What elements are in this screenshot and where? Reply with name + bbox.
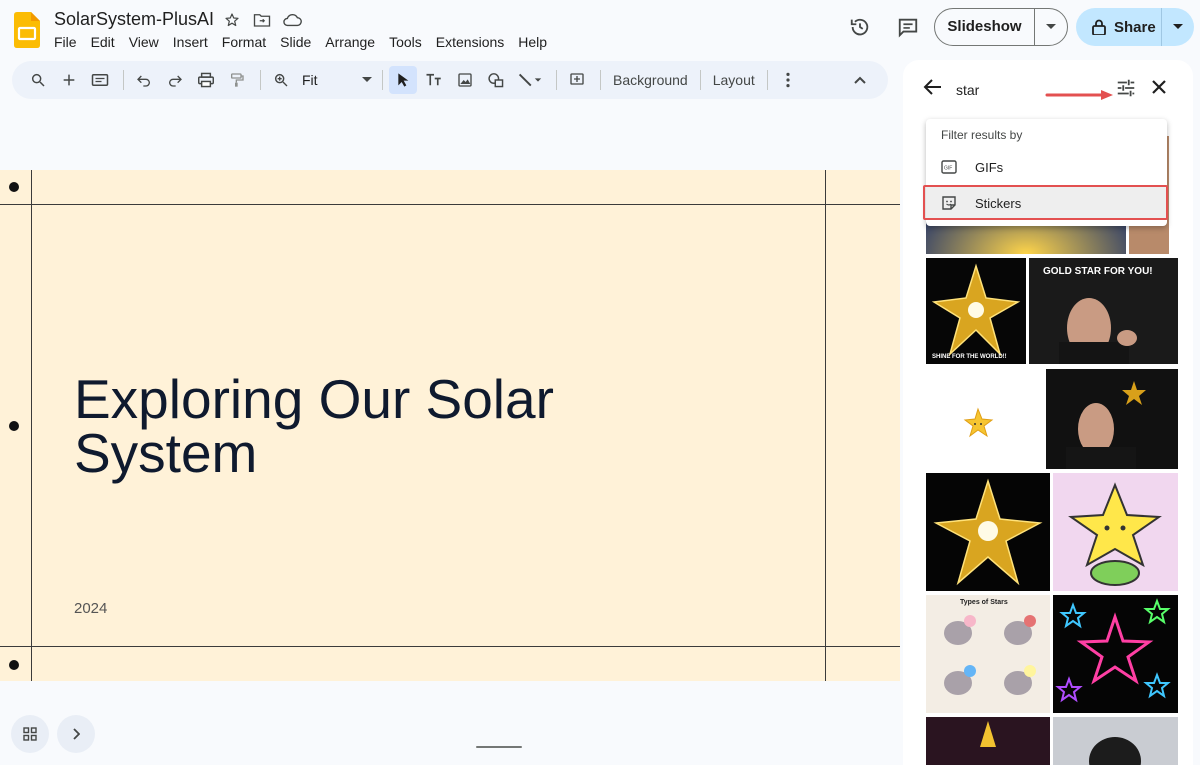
gif-result[interactable]	[1053, 717, 1178, 765]
resize-handle[interactable]	[476, 746, 522, 748]
undo-icon[interactable]	[130, 66, 158, 94]
collapse-toolbar-icon[interactable]	[846, 66, 874, 94]
layout-button[interactable]: Layout	[707, 72, 761, 88]
gif-result[interactable]	[926, 717, 1050, 765]
comments-icon[interactable]	[895, 14, 921, 40]
guide-handle[interactable]	[9, 421, 19, 431]
line-icon[interactable]	[513, 66, 547, 94]
gif-result[interactable]: Types of Stars	[926, 595, 1050, 713]
menu-edit[interactable]: Edit	[91, 34, 115, 50]
menu-file[interactable]: File	[54, 34, 77, 50]
back-arrow-icon[interactable]	[923, 78, 943, 101]
cloud-status-icon[interactable]	[282, 10, 302, 30]
guide-line	[825, 170, 826, 681]
insert-image-icon[interactable]	[451, 66, 479, 94]
slide-title[interactable]: Exploring Our Solar System	[74, 372, 694, 481]
document-title[interactable]: SolarSystem-PlusAI	[54, 9, 214, 30]
text-box-icon[interactable]	[420, 66, 448, 94]
background-button[interactable]: Background	[607, 72, 694, 88]
gif-result[interactable]: SHINE FOR THE WORLD!!	[926, 258, 1026, 364]
move-folder-icon[interactable]	[252, 10, 272, 30]
menu-bar: File Edit View Insert Format Slide Arran…	[54, 34, 561, 50]
slideshow-label[interactable]: Slideshow	[935, 9, 1035, 45]
print-icon[interactable]	[192, 66, 220, 94]
slide-subtitle[interactable]: 2024	[74, 600, 107, 617]
filter-option-gifs[interactable]: GIF GIFs	[926, 150, 1167, 184]
version-history-icon[interactable]	[847, 14, 873, 40]
search-menus-icon[interactable]	[24, 66, 52, 94]
zoom-icon[interactable]	[267, 66, 295, 94]
filter-menu-heading: Filter results by	[941, 128, 1023, 142]
gif-icon: GIF	[939, 160, 959, 174]
menu-tools[interactable]: Tools	[389, 34, 422, 50]
svg-text:GIF: GIF	[944, 166, 952, 172]
gif-result[interactable]	[926, 473, 1050, 591]
share-button[interactable]: Share	[1076, 8, 1194, 46]
slide-layout-icon[interactable]	[86, 66, 114, 94]
guide-handle[interactable]	[9, 182, 19, 192]
filter-tune-icon[interactable]	[1115, 77, 1137, 104]
gif-caption: Types of Stars	[960, 599, 1008, 606]
gif-result[interactable]	[1053, 595, 1178, 713]
menu-view[interactable]: View	[129, 34, 159, 50]
star-icon[interactable]	[222, 10, 242, 30]
guide-line	[0, 646, 900, 647]
gif-result[interactable]	[926, 369, 1043, 469]
more-options-icon[interactable]	[774, 66, 802, 94]
slideshow-button[interactable]: Slideshow	[934, 8, 1068, 46]
redo-icon[interactable]	[161, 66, 189, 94]
share-label: Share	[1114, 18, 1156, 36]
gif-result[interactable]	[1046, 369, 1178, 469]
zoom-value: Fit	[302, 72, 318, 88]
close-icon[interactable]	[1149, 77, 1169, 102]
gif-caption: SHINE FOR THE WORLD!!	[932, 354, 1007, 360]
guide-line	[0, 204, 900, 205]
menu-help[interactable]: Help	[518, 34, 547, 50]
menu-format[interactable]: Format	[222, 34, 266, 50]
menu-extensions[interactable]: Extensions	[436, 34, 504, 50]
gif-result[interactable]	[1053, 473, 1178, 591]
filter-option-label: GIFs	[975, 159, 1004, 175]
lock-icon	[1092, 19, 1106, 35]
toolbar: Fit Background Layout	[12, 61, 888, 99]
shape-icon[interactable]	[482, 66, 510, 94]
menu-slide[interactable]: Slide	[280, 34, 311, 50]
share-dropdown-icon[interactable]	[1162, 24, 1194, 30]
slides-logo[interactable]	[14, 12, 40, 48]
gif-caption: GOLD STAR FOR YOU!	[1043, 266, 1153, 277]
slideshow-dropdown-icon[interactable]	[1035, 24, 1067, 30]
annotation-highlight	[923, 185, 1168, 220]
menu-arrange[interactable]: Arrange	[325, 34, 375, 50]
menu-insert[interactable]: Insert	[173, 34, 208, 50]
annotation-arrow	[1045, 87, 1115, 105]
guide-handle[interactable]	[9, 660, 19, 670]
insert-comment-icon[interactable]	[563, 66, 591, 94]
gif-result[interactable]: GOLD STAR FOR YOU!	[1029, 258, 1178, 364]
expand-filmstrip-icon[interactable]	[57, 715, 95, 753]
select-tool-icon[interactable]	[389, 66, 417, 94]
zoom-select[interactable]: Fit	[298, 72, 372, 88]
guide-line	[31, 170, 32, 681]
paint-format-icon[interactable]	[223, 66, 251, 94]
zoom-dropdown-icon	[362, 77, 372, 82]
new-slide-icon[interactable]	[55, 66, 83, 94]
search-query[interactable]: star	[956, 82, 979, 98]
grid-view-icon[interactable]	[11, 715, 49, 753]
